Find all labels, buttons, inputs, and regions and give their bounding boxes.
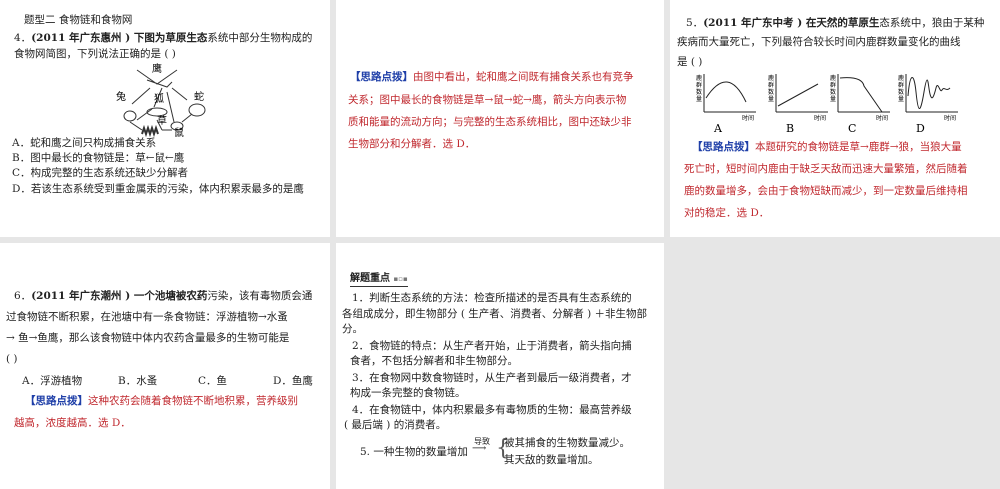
slide-q4-hint: 【思路点拨】由图中看出，蛇和鹰之间既有捕食关系也有竞争 关系；图中最长的食物链是… [336,0,664,237]
hint-line: 对的稳定．选 D． [684,207,770,219]
label-grass: 草 [157,115,167,127]
arrow-icon: ⟶ [472,443,487,454]
chart-label: A [713,122,723,134]
chart-label: B [786,122,794,134]
option-a: A．蛇和鹰之间只构成捕食关系 [12,137,157,149]
label-snake: 蛇 [194,90,204,103]
key-line: 分。 [342,323,363,335]
key-line: 各组成成分，即生物部分 ( 生产者、消费者、分解者 ) ＋非生物部 [342,308,648,320]
key-line: 3．在食物网中数食物链时，从生产者到最后一级消费者，才 [352,372,632,384]
y-label: 数 [898,88,904,96]
x-label: 时间 [814,114,826,122]
y-label: 数 [768,88,774,96]
hint-line: 质和能量的流动方向；与完整的生态系统相比，图中还缺少非 [348,116,632,128]
y-label: 群 [696,81,702,89]
question-5-line3: 是 ( ) [677,56,703,68]
key-line: 构成一条完整的食物链。 [350,387,466,399]
question-6-line: → 鱼→鱼鹰，那么该食物链中体内农药含量最多的生物可能是 [6,332,290,344]
key-line: 4．在食物链中，体内积累最多有毒物质的生物：最高营养级 [352,404,632,416]
question-4: 4．(2011 年广东惠州 ) 下图为草原生态系统中部分生物构成的 [14,31,312,45]
hint-line: 这种农药会随着食物链不断地积累，营养级别 [88,395,298,407]
slide-q4: 题型二 食物链和食物网 4．(2011 年广东惠州 ) 下图为草原生态系统中部分… [0,0,330,237]
key-line: 1．判断生态系统的方法：检查所描述的是否具有生态系统的 [352,292,632,304]
hint-tag: 【思路点拨】 [350,71,413,83]
x-label: 时间 [944,114,956,122]
y-label: 量 [696,96,702,103]
deer-population-charts: 鹿群数量时间 A 鹿群数量时间 B 鹿群数量时间 C 鹿群数量时间 D [670,72,1000,134]
option-c: C．构成完整的生态系统还缺少分解者 [12,167,189,179]
slide-key-points: 解题重点 ▪▫▪ 1．判断生态系统的方法：检查所描述的是否具有生态系统的 各组成… [336,243,664,489]
option-d: D．若该生态系统受到重金属汞的污染，体内积累汞最多的是鹰 [12,183,304,195]
curve [777,83,819,107]
key-line: ( 最后端 ) 的消费者。 [344,419,447,431]
y-label: 群 [768,81,774,89]
y-label: 量 [830,96,836,103]
label-eagle: 鹰 [152,62,162,75]
option-a: A．浮游植物 [22,375,83,387]
chart-A: 鹿群数量时间 A [696,74,756,134]
hint-line: 鹿的数量增多，会由于食物短缺而减少，到一定数量后维持相 [684,185,968,197]
hint-tag: 【思路点拨】 [692,141,755,153]
question-5-line2: 疾病而大量死亡，下列最符合较长时间内鹿群数量变化的曲线 [677,36,961,48]
option-d: D．鱼鹰 [273,375,313,387]
y-label: 鹿 [830,74,836,82]
y-label: 鹿 [696,74,702,82]
key-item5-r1: 被其捕食的生物数量减少。 [504,437,630,449]
q-num: 4． [14,32,32,44]
section-title: 题型二 食物链和食物网 [24,14,133,26]
key-line: 2．食物链的特点：从生产者开始，止于消费者，箭头指向捕 [352,340,632,352]
y-label: 鹿 [768,74,774,82]
hint-line: 越高，浓度越高．选 D． [14,417,131,429]
x-label: 时间 [876,114,888,122]
label-rabbit: 兔 [116,90,126,103]
hint-line: 本题研究的食物链是草→鹿群→狼，当狼大量 [755,141,962,153]
question-4-line2: 食物网简图，下列说法正确的是 ( ) [14,48,176,60]
option-c: C．鱼 [198,375,228,387]
chart-C: 鹿群数量时间 C [830,74,890,134]
hint-line: 由图中看出，蛇和鹰之间既有捕食关系也有竞争 [413,71,634,83]
y-label: 数 [830,88,836,96]
key-points-title: 解题重点 ▪▫▪ [350,272,408,287]
q-text: 系统中部分生物构成的 [207,32,313,44]
y-label: 数 [696,88,702,96]
label-fox: 狐 [154,92,164,105]
hint-line: 关系；图中最长的食物链是草→鼠→蛇→鹰，箭头方向表示物 [348,94,627,106]
y-label: 群 [898,81,904,89]
hint-tag: 【思路点拨】 [25,395,88,407]
y-label: 量 [898,96,904,103]
slide-q5: 5．(2011 年广东中考 ) 在天然的草原生态系统中，狼由于某种 疾病而大量死… [670,0,1000,237]
x-label: 时间 [742,114,754,122]
option-b: B．图中最长的食物链是：草←鼠←鹰 [12,152,185,164]
label-mouse: 鼠 [174,126,184,137]
key-line: 食者，不包括分解者和非生物部分。 [350,355,518,367]
slide-q6: 6．(2011 年广东潮州 ) 一个池塘被农药污染，该有毒物质会通 过食物链不断… [0,243,330,489]
key-item5-left: 5. 一种生物的数量增加 [360,446,468,458]
chart-label: C [848,122,856,134]
question-6-line: 过食物链不断积累，在池塘中有一条食物链：浮游植物→水蚤 [6,311,288,323]
key-item5-r2: 其天敌的数量增加。 [504,454,599,466]
hint-line: 生物部分和分解者．选 D． [348,138,476,150]
y-label: 群 [830,81,836,89]
hint-line: 死亡时，短时间内鹿由于缺乏天敌而迅速大量繁殖，然后随着 [684,163,968,175]
question-5: 5．(2011 年广东中考 ) 在天然的草原生态系统中，狼由于某种 [686,17,985,29]
question-6-line: ( ) [6,353,18,365]
curve [839,77,883,113]
question-6: 6．(2011 年广东潮州 ) 一个池塘被农药污染，该有毒物质会通 [14,290,313,302]
food-web-diagram: 鹰 兔 狐 蛇 草 鼠 [116,62,206,137]
y-label: 量 [768,96,774,103]
q-source: (2011 年广东惠州 ) 下图为草原生态 [31,32,208,44]
option-b: B．水蚤 [118,375,158,387]
chart-label: D [916,122,925,134]
y-label: 鹿 [898,74,904,82]
chart-D: 鹿群数量时间 D [898,74,958,134]
curve [705,81,747,103]
curve [907,77,951,109]
